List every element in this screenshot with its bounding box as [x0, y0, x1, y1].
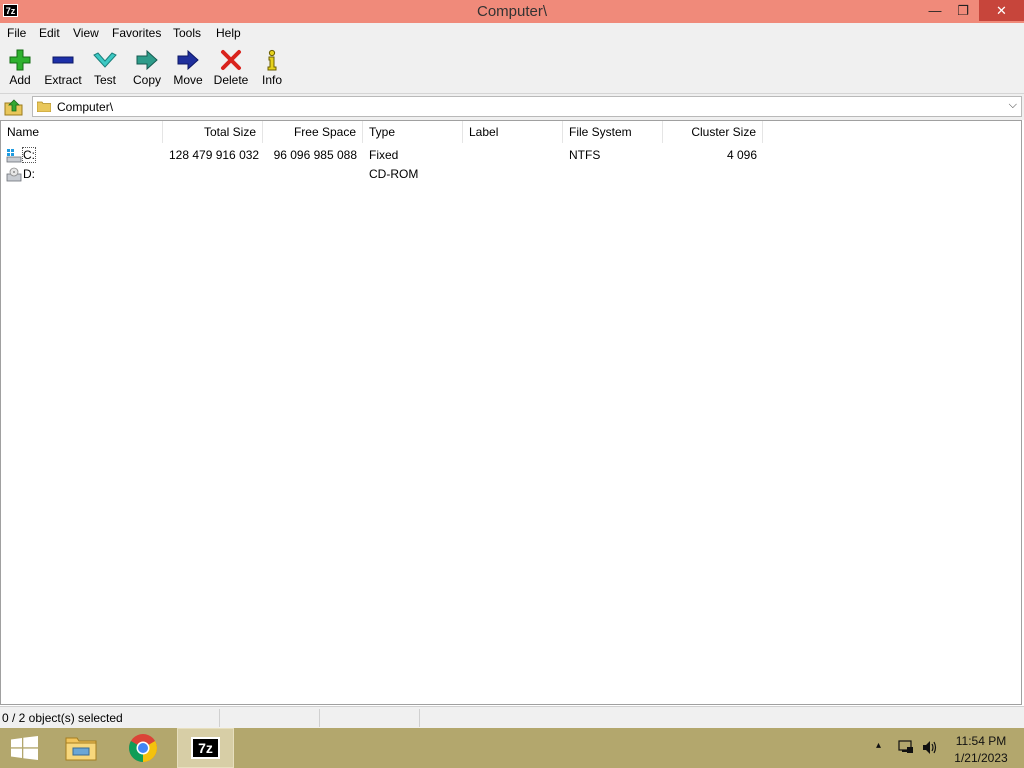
status-selection: 0 / 2 object(s) selected	[0, 709, 220, 727]
folder-icon	[37, 101, 51, 112]
address-path: Computer\	[57, 100, 114, 114]
drive-row-d[interactable]: D: CD-ROM	[1, 165, 1021, 184]
info-label: Info	[261, 73, 282, 87]
minus-icon	[52, 56, 74, 64]
column-header-file-system[interactable]: File System	[563, 121, 663, 143]
volume-icon[interactable]	[922, 740, 938, 755]
window-title: Computer\	[476, 3, 548, 20]
menu-file[interactable]: File	[7, 26, 26, 40]
column-header-name[interactable]: Name	[1, 121, 163, 143]
menu-view[interactable]: View	[73, 26, 99, 40]
clock-time[interactable]: 11:54 PM	[950, 734, 1012, 748]
menu-tools[interactable]: Tools	[173, 26, 201, 40]
test-check-icon	[93, 52, 117, 68]
file-list[interactable]: Name Total Size Free Space Type Label Fi…	[0, 120, 1022, 705]
total-size-cell	[163, 165, 263, 184]
close-button[interactable]: ✕	[979, 0, 1024, 21]
label-cell	[463, 146, 563, 165]
chrome-taskbar-button[interactable]	[118, 728, 170, 768]
status-pane-2	[220, 709, 320, 727]
column-header-row: Name Total Size Free Space Type Label Fi…	[1, 121, 1021, 145]
drive-name: D:	[23, 167, 35, 181]
menu-favorites[interactable]: Favorites	[112, 26, 161, 40]
column-header-total-size[interactable]: Total Size	[163, 121, 263, 143]
minimize-button[interactable]: —	[920, 0, 950, 21]
drive-row-c[interactable]: C: 128 479 916 032 96 096 985 088 Fixed …	[1, 146, 1021, 165]
menu-edit[interactable]: Edit	[39, 26, 60, 40]
menu-help[interactable]: Help	[216, 26, 241, 40]
cluster-size-cell: 4 096	[726, 148, 757, 162]
7zip-taskbar-button[interactable]: 7z	[177, 728, 234, 768]
status-pane-3	[320, 709, 420, 727]
type-cell: CD-ROM	[369, 167, 419, 181]
7zip-icon: 7z	[191, 737, 220, 759]
network-icon[interactable]	[898, 740, 914, 755]
chrome-icon	[129, 734, 157, 762]
info-button[interactable]: Info	[250, 47, 294, 91]
add-button[interactable]: Add	[0, 47, 42, 91]
file-explorer-icon	[65, 737, 97, 761]
info-icon	[267, 49, 277, 71]
plus-icon	[9, 49, 31, 71]
status-pane-4	[420, 709, 1024, 727]
column-header-label[interactable]: Label	[463, 121, 563, 143]
windows-logo-icon	[11, 736, 38, 760]
toolbar: Add Extract Test Copy Move Delete Info	[0, 43, 1024, 94]
column-header-type[interactable]: Type	[363, 121, 463, 143]
column-header-free-space[interactable]: Free Space	[263, 121, 363, 143]
restore-button[interactable]: ❐	[948, 0, 978, 21]
delete-x-icon	[221, 50, 241, 70]
status-bar: 0 / 2 object(s) selected	[0, 706, 1024, 729]
file-explorer-taskbar-button[interactable]	[56, 728, 108, 768]
drive-name-cell: D:	[19, 165, 163, 184]
start-button[interactable]	[0, 728, 52, 768]
clock-date[interactable]: 1/21/2023	[950, 751, 1012, 765]
address-bar: Computer\ ⌵	[0, 94, 1024, 120]
label-cell	[463, 165, 563, 184]
menu-bar: File Edit View Favorites Tools Help	[0, 23, 1024, 43]
column-header-cluster-size[interactable]: Cluster Size	[663, 121, 763, 143]
title-bar[interactable]: 7z Computer\ — ❐ ✕	[0, 0, 1024, 23]
drive-name-cell: C:	[19, 146, 163, 165]
cluster-size-cell	[663, 165, 763, 184]
free-space-cell	[263, 165, 363, 184]
address-dropdown-icon[interactable]: ⌵	[1009, 99, 1017, 112]
copy-arrow-icon	[136, 49, 158, 71]
move-arrow-icon	[177, 49, 199, 71]
taskbar: 7z ▴ 11:54 PM 1/21/2023	[0, 728, 1024, 768]
free-space-cell: 96 096 985 088	[273, 148, 357, 162]
address-input[interactable]: Computer\ ⌵	[32, 96, 1022, 117]
file-system-cell	[563, 165, 663, 184]
move-button[interactable]: Move	[166, 47, 210, 91]
total-size-cell: 128 479 916 032	[169, 148, 260, 162]
tray-chevron-icon[interactable]: ▴	[876, 740, 881, 751]
file-system-cell: NTFS	[569, 148, 601, 162]
up-folder-icon[interactable]	[4, 97, 24, 117]
drive-name: C:	[22, 147, 36, 163]
type-cell: Fixed	[369, 148, 399, 162]
